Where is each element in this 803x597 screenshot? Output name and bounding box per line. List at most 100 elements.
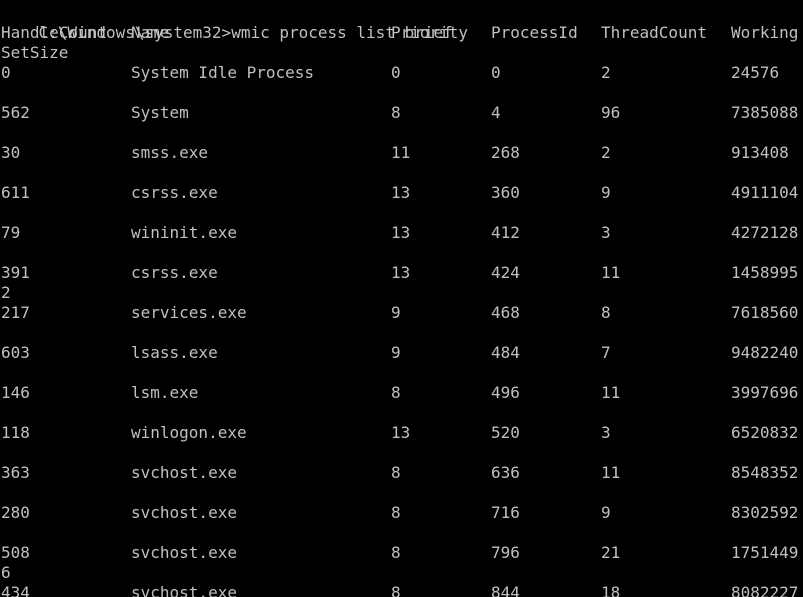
cell-handle-count: 79	[1, 223, 21, 242]
cell-name: wininit.exe	[131, 223, 237, 242]
cell-priority: 13	[391, 183, 411, 202]
cell-working-set-wrap: 2	[1, 283, 11, 302]
cell-process-id: 716	[491, 503, 520, 522]
cell-working-set: 1458995	[731, 263, 799, 282]
cell-process-id: 468	[491, 303, 520, 322]
table-row: 508 svchost.exe 8 796 21 1751449	[0, 543, 803, 563]
cell-thread-count: 9	[601, 183, 611, 202]
table-row: 0 System Idle Process 0 0 2 24576	[0, 63, 803, 83]
cell-priority: 9	[391, 303, 401, 322]
cell-process-id: 412	[491, 223, 520, 242]
cell-handle-count: 280	[1, 503, 30, 522]
cell-name: svchost.exe	[131, 543, 237, 562]
cell-thread-count: 7	[601, 343, 611, 362]
cell-priority: 8	[391, 103, 401, 122]
header-wrap-row: SetSize	[0, 43, 68, 63]
cell-working-set: 7618560	[731, 303, 799, 322]
cell-handle-count: 146	[1, 383, 30, 402]
cell-handle-count: 434	[1, 583, 30, 597]
header-row: HandleCount Name Priority ProcessId Thre…	[0, 23, 803, 43]
cell-working-set: 4911104	[731, 183, 799, 202]
cell-thread-count: 3	[601, 223, 611, 242]
cell-thread-count: 8	[601, 303, 611, 322]
cell-process-id: 4	[491, 103, 501, 122]
cell-thread-count: 11	[601, 383, 621, 402]
cell-process-id: 844	[491, 583, 520, 597]
cell-working-set-wrap: 6	[1, 563, 11, 582]
cell-priority: 8	[391, 503, 401, 522]
cell-working-set: 1751449	[731, 543, 799, 562]
cell-working-set: 7385088	[731, 103, 799, 122]
cell-process-id: 484	[491, 343, 520, 362]
table-row: 217 services.exe 9 468 8 7618560	[0, 303, 803, 323]
cell-process-id: 0	[491, 63, 501, 82]
table-row: 79 wininit.exe 13 412 3 4272128	[0, 223, 803, 243]
cell-thread-count: 3	[601, 423, 611, 442]
cell-thread-count: 18	[601, 583, 621, 597]
cell-thread-count: 11	[601, 463, 621, 482]
cell-working-set: 9482240	[731, 343, 799, 362]
table-row: 363 svchost.exe 8 636 11 8548352	[0, 463, 803, 483]
table-row: 562 System 8 4 96 7385088	[0, 103, 803, 123]
cell-working-set: 6520832	[731, 423, 799, 442]
cell-handle-count: 508	[1, 543, 30, 562]
cell-handle-count: 562	[1, 103, 30, 122]
table-row: 611 csrss.exe 13 360 9 4911104	[0, 183, 803, 203]
header-thread-count: ThreadCount	[601, 23, 707, 42]
header-name: Name	[131, 23, 170, 42]
table-row: 30 smss.exe 11 268 2 913408	[0, 143, 803, 163]
cell-name: csrss.exe	[131, 263, 218, 282]
cell-thread-count: 96	[601, 103, 621, 122]
table-row: 280 svchost.exe 8 716 9 8302592	[0, 503, 803, 523]
cell-process-id: 520	[491, 423, 520, 442]
cell-process-id: 496	[491, 383, 520, 402]
cell-name: lsm.exe	[131, 383, 199, 402]
header-process-id: ProcessId	[491, 23, 578, 42]
cell-priority: 8	[391, 543, 401, 562]
cell-working-set: 3997696	[731, 383, 799, 402]
table-row: 118 winlogon.exe 13 520 3 6520832	[0, 423, 803, 443]
cell-name: System Idle Process	[131, 63, 315, 82]
cell-handle-count: 611	[1, 183, 30, 202]
cell-priority: 9	[391, 343, 401, 362]
cell-priority: 11	[391, 143, 411, 162]
cell-working-set: 8548352	[731, 463, 799, 482]
cell-handle-count: 363	[1, 463, 30, 482]
cell-process-id: 636	[491, 463, 520, 482]
table-row: 603 lsass.exe 9 484 7 9482240	[0, 343, 803, 363]
cell-working-set: 8082227	[731, 583, 799, 597]
cell-name: System	[131, 103, 189, 122]
cell-priority: 8	[391, 583, 401, 597]
cell-priority: 0	[391, 63, 401, 82]
cell-name: svchost.exe	[131, 583, 237, 597]
cell-working-set: 913408	[731, 143, 789, 162]
cell-name: smss.exe	[131, 143, 209, 162]
cell-process-id: 424	[491, 263, 520, 282]
cell-thread-count: 2	[601, 63, 611, 82]
cell-name: svchost.exe	[131, 463, 237, 482]
header-working-set-wrap: SetSize	[1, 43, 69, 62]
cell-working-set: 24576	[731, 63, 780, 82]
cell-handle-count: 0	[1, 63, 11, 82]
table-row: 434 svchost.exe 8 844 18 8082227	[0, 583, 803, 597]
cell-name: winlogon.exe	[131, 423, 247, 442]
cell-priority: 13	[391, 223, 411, 242]
cell-handle-count: 118	[1, 423, 30, 442]
console-window[interactable]: C:\Windows\system32>wmic process list br…	[0, 0, 803, 597]
cell-name: svchost.exe	[131, 503, 237, 522]
cell-name: services.exe	[131, 303, 247, 322]
cell-name: lsass.exe	[131, 343, 218, 362]
cell-handle-count: 217	[1, 303, 30, 322]
cell-process-id: 360	[491, 183, 520, 202]
header-handle-count: HandleCount	[1, 23, 107, 42]
cell-working-set: 4272128	[731, 223, 799, 242]
cell-priority: 13	[391, 423, 411, 442]
cell-priority: 13	[391, 263, 411, 282]
header-priority: Priority	[391, 23, 469, 42]
header-working-set: Working	[731, 23, 799, 42]
table-row: 391 csrss.exe 13 424 11 1458995	[0, 263, 803, 283]
command-line: C:\Windows\system32>wmic process list br…	[0, 3, 453, 42]
cell-process-id: 268	[491, 143, 520, 162]
cell-thread-count: 2	[601, 143, 611, 162]
cell-thread-count: 21	[601, 543, 621, 562]
